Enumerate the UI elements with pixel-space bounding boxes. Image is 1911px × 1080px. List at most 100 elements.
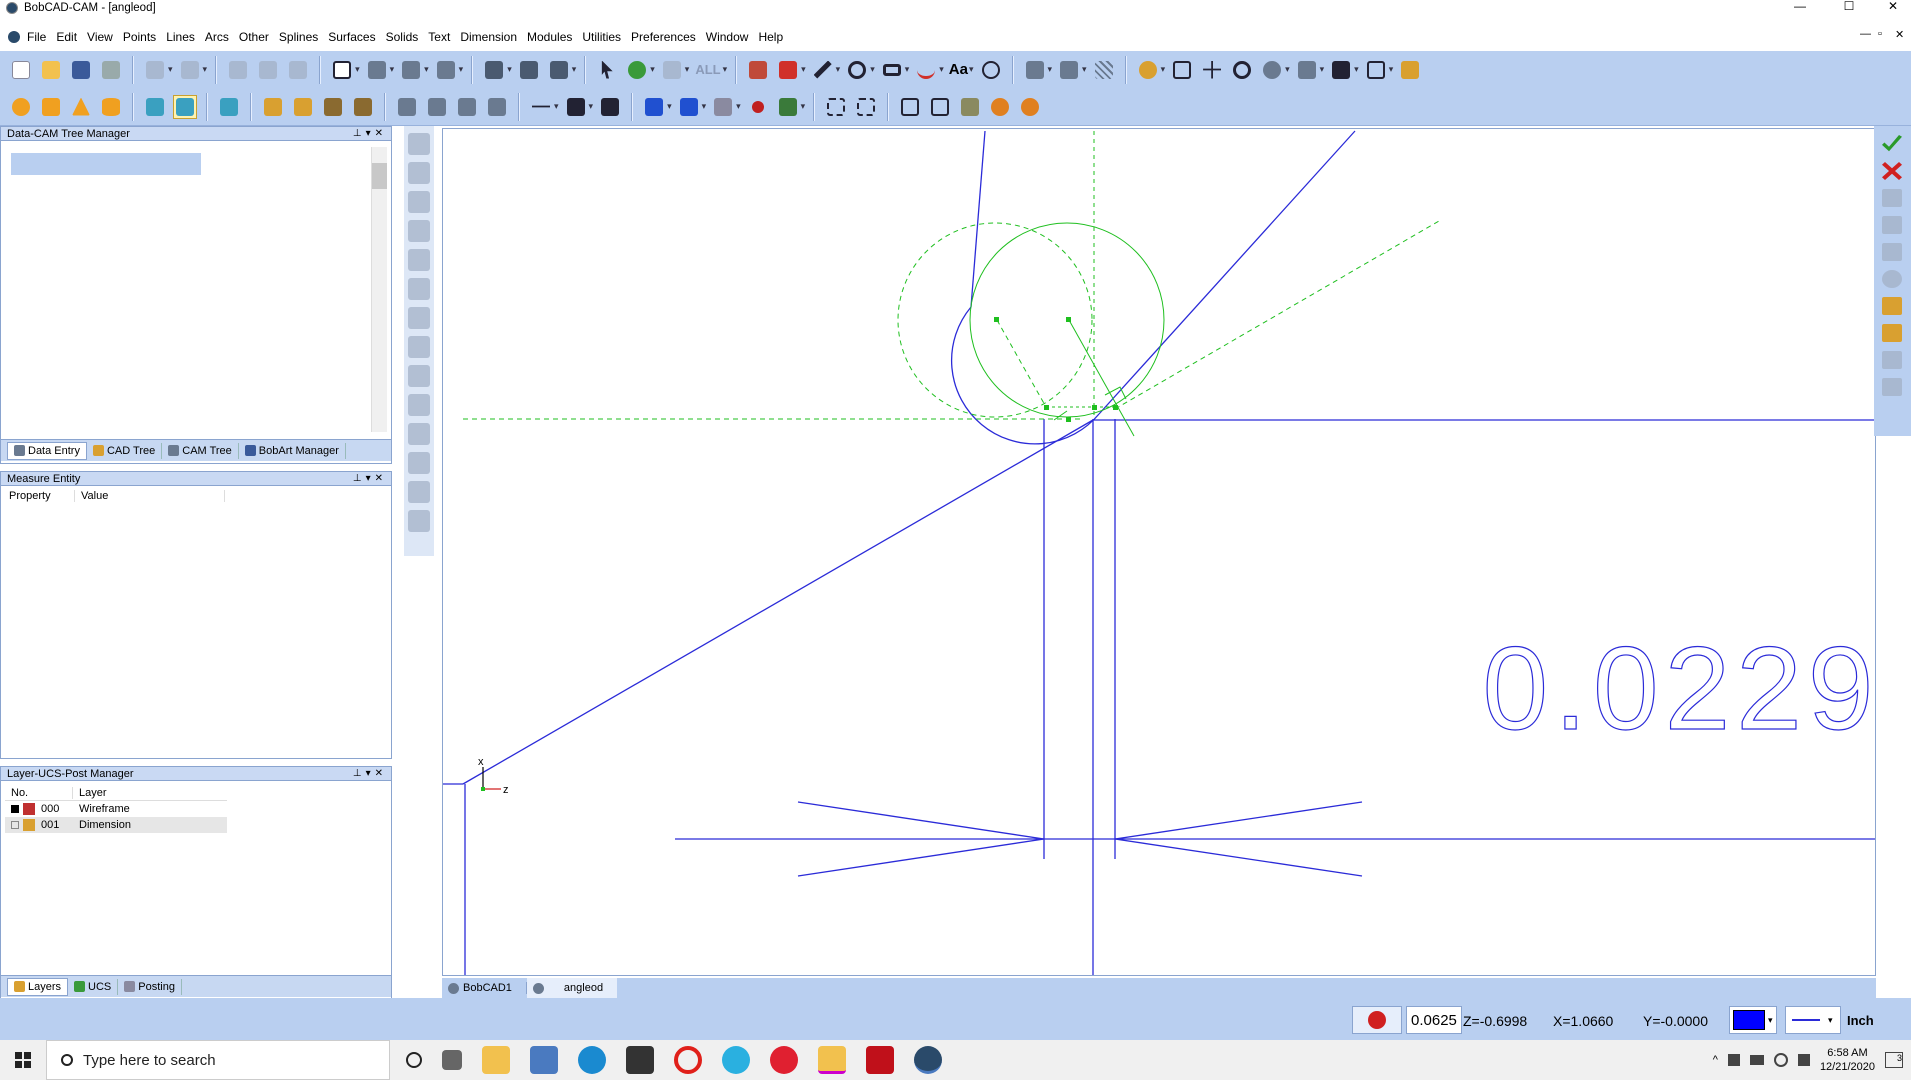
palette-layer-icon[interactable] bbox=[1882, 243, 1902, 261]
construction-point[interactable] bbox=[1044, 405, 1049, 410]
new-file-icon[interactable] bbox=[9, 58, 33, 82]
menu-file[interactable]: File bbox=[22, 30, 51, 44]
layer-color-icon[interactable] bbox=[776, 58, 800, 82]
tray-app-icon[interactable] bbox=[1727, 1054, 1740, 1066]
tab-data-entry[interactable]: Data Entry bbox=[7, 441, 87, 460]
loft-icon[interactable] bbox=[351, 95, 375, 119]
help-icon[interactable] bbox=[1352, 1006, 1402, 1034]
add-select-icon[interactable] bbox=[625, 58, 649, 82]
module-close-icon[interactable] bbox=[1018, 95, 1042, 119]
edit-tool2-icon[interactable] bbox=[425, 95, 449, 119]
check-icon[interactable] bbox=[1882, 135, 1902, 152]
folder-app-icon[interactable] bbox=[818, 1046, 846, 1074]
palette-tool-icon[interactable] bbox=[408, 133, 430, 155]
view-orient-icon[interactable] bbox=[1260, 58, 1284, 82]
distribute-icon[interactable] bbox=[1057, 58, 1081, 82]
menu-surfaces[interactable]: Surfaces bbox=[323, 30, 380, 44]
rectangle-tool-icon[interactable] bbox=[880, 58, 904, 82]
menu-lines[interactable]: Lines bbox=[161, 30, 200, 44]
open-folder-icon[interactable] bbox=[39, 58, 63, 82]
taskbar-search-box[interactable]: Type here to search bbox=[46, 1040, 390, 1080]
menu-window[interactable]: Window bbox=[701, 30, 754, 44]
palette-tool-icon[interactable] bbox=[408, 423, 430, 445]
line-style-select[interactable]: ▾ bbox=[1785, 1006, 1841, 1034]
acrobat-icon[interactable] bbox=[866, 1046, 894, 1074]
render-icon[interactable] bbox=[1398, 58, 1422, 82]
plane-icon[interactable] bbox=[482, 58, 506, 82]
menu-points[interactable]: Points bbox=[118, 30, 161, 44]
bobcad-taskbar-icon[interactable] bbox=[914, 1046, 942, 1074]
network-icon[interactable] bbox=[1773, 1053, 1788, 1067]
shapes-active-icon[interactable] bbox=[173, 94, 197, 119]
task-view-icon[interactable] bbox=[442, 1050, 462, 1070]
extrude-icon[interactable] bbox=[261, 95, 285, 119]
layer-stack-icon[interactable] bbox=[547, 58, 571, 82]
eye-icon[interactable] bbox=[434, 58, 458, 82]
palette-tool-icon[interactable] bbox=[408, 191, 430, 213]
snap-icon[interactable] bbox=[1295, 58, 1319, 82]
windows-start-icon[interactable] bbox=[0, 1040, 46, 1080]
undo-icon[interactable] bbox=[143, 58, 167, 82]
layer-row[interactable]: 000 Wireframe bbox=[5, 801, 227, 817]
edit-tool3-icon[interactable] bbox=[455, 95, 479, 119]
menu-edit[interactable]: Edit bbox=[51, 30, 82, 44]
select-all-button[interactable]: ALL bbox=[695, 62, 720, 77]
pan-icon[interactable] bbox=[1200, 58, 1224, 82]
doc-tab-angleod[interactable]: angleod bbox=[526, 978, 618, 998]
cone-icon[interactable] bbox=[69, 95, 93, 119]
tab-ucs[interactable]: UCS bbox=[68, 978, 119, 995]
construction-point[interactable] bbox=[994, 317, 999, 322]
doc-tab-bobcad1[interactable]: BobCAD1 bbox=[442, 982, 527, 994]
point-tool-icon[interactable] bbox=[746, 58, 770, 82]
mdi-close-button[interactable]: ✕ bbox=[1895, 28, 1904, 41]
tab-layers[interactable]: Layers bbox=[7, 977, 69, 996]
store-icon[interactable] bbox=[626, 1046, 654, 1074]
ruler-angle-icon[interactable] bbox=[1882, 324, 1902, 342]
frame-icon[interactable] bbox=[898, 95, 922, 119]
layer-row[interactable]: 001 Dimension bbox=[5, 817, 227, 833]
palette-tool-icon[interactable] bbox=[408, 162, 430, 184]
tab-cad-tree[interactable]: CAD Tree bbox=[87, 442, 163, 459]
dimension-arrow[interactable] bbox=[797, 838, 1045, 877]
menu-modules[interactable]: Modules bbox=[522, 30, 577, 44]
dimension-arrow[interactable] bbox=[1114, 801, 1363, 840]
palette-tool-icon[interactable] bbox=[408, 481, 430, 503]
hatch-icon[interactable] bbox=[1092, 58, 1116, 82]
blue-solid-icon[interactable] bbox=[642, 95, 666, 119]
edge-icon[interactable] bbox=[578, 1046, 606, 1074]
menu-utilities[interactable]: Utilities bbox=[577, 30, 626, 44]
break-icon[interactable] bbox=[564, 95, 588, 119]
trim-icon[interactable] bbox=[529, 95, 553, 119]
construction-point[interactable] bbox=[1092, 405, 1097, 410]
cancel-icon[interactable] bbox=[1882, 162, 1902, 180]
photo-app-icon[interactable] bbox=[530, 1046, 558, 1074]
print-icon[interactable] bbox=[99, 58, 123, 82]
palette-tool-icon[interactable] bbox=[408, 278, 430, 300]
menu-dimension[interactable]: Dimension bbox=[455, 30, 522, 44]
arc-entity[interactable] bbox=[950, 306, 1100, 445]
align-icon[interactable] bbox=[1023, 58, 1047, 82]
cad-drawing[interactable]: 0.0229 x z bbox=[443, 129, 1875, 975]
cylinder-icon[interactable] bbox=[99, 95, 123, 119]
red-sphere-icon[interactable] bbox=[746, 95, 770, 119]
palette-align-icon[interactable] bbox=[1882, 378, 1902, 396]
tree-selection[interactable] bbox=[11, 153, 201, 175]
zoom-icon[interactable] bbox=[1136, 58, 1160, 82]
module-orange-icon[interactable] bbox=[988, 95, 1012, 119]
revolve-icon[interactable] bbox=[291, 95, 315, 119]
internet-explorer-icon[interactable] bbox=[722, 1046, 750, 1074]
construction-point[interactable] bbox=[1066, 317, 1071, 322]
palette-list-icon[interactable] bbox=[1882, 216, 1902, 234]
spline-tool-icon[interactable] bbox=[914, 58, 938, 82]
palette-align-icon[interactable] bbox=[1882, 351, 1902, 369]
machine-icon[interactable] bbox=[711, 95, 735, 119]
construction-point[interactable] bbox=[1066, 417, 1071, 422]
cortana-icon[interactable] bbox=[406, 1052, 422, 1068]
menu-other[interactable]: Other bbox=[234, 30, 274, 44]
panel-controls[interactable]: ⊥▾✕ bbox=[353, 127, 391, 140]
menu-text[interactable]: Text bbox=[423, 30, 455, 44]
clock[interactable]: 6:58 AM 12/21/2020 bbox=[1820, 1046, 1875, 1074]
tab-bobart-manager[interactable]: BobArt Manager bbox=[239, 442, 346, 459]
palette-circle-icon[interactable] bbox=[1882, 270, 1902, 288]
dimension-arrow[interactable] bbox=[1114, 838, 1363, 877]
